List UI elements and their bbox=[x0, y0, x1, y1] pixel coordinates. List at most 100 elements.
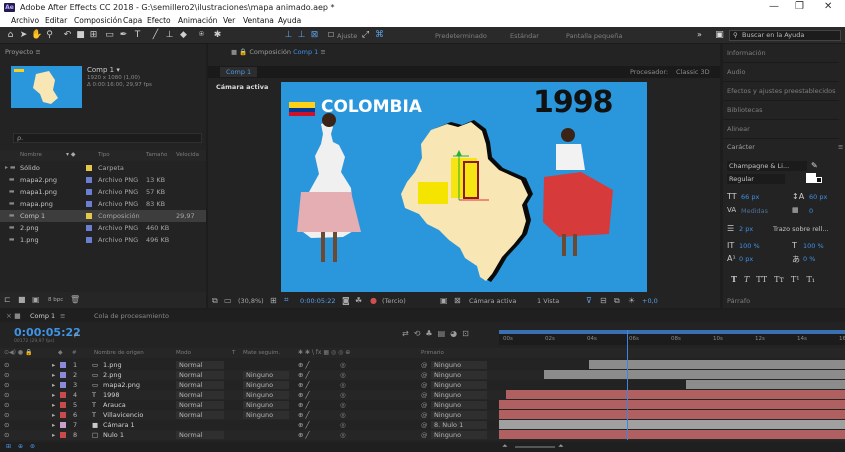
graph-editor-icon[interactable]: ⊡ bbox=[462, 329, 474, 338]
visibility-eye-icon[interactable]: ⊙ bbox=[4, 430, 9, 440]
snap-icon[interactable]: ⤢ bbox=[360, 30, 371, 41]
horizontal-scale-value[interactable]: 100 % bbox=[803, 242, 824, 250]
layer-mode-select[interactable]: Normal bbox=[176, 361, 224, 369]
timeline-menu-icon[interactable]: ≡ bbox=[60, 312, 65, 320]
shy-icon[interactable]: ♣ bbox=[425, 329, 437, 338]
timeline-icon[interactable]: ⊟ bbox=[600, 296, 607, 305]
tracking-value[interactable]: 0 bbox=[809, 207, 813, 215]
workspace-estandar[interactable]: Estándar bbox=[510, 32, 539, 40]
layer-name[interactable]: 2.png bbox=[103, 370, 122, 380]
kerning-value[interactable]: Medidas bbox=[741, 207, 768, 215]
visibility-eye-icon[interactable]: ⊙ bbox=[4, 400, 9, 410]
layer-duration-bar[interactable] bbox=[499, 420, 845, 429]
column-nombre[interactable]: Nombre bbox=[20, 152, 42, 158]
item-label-color[interactable] bbox=[86, 165, 92, 171]
layer-label-color[interactable] bbox=[60, 362, 66, 368]
zoom-tool-icon[interactable]: ⚲ bbox=[44, 30, 55, 41]
layer-duration-bar[interactable] bbox=[505, 390, 845, 399]
playhead[interactable] bbox=[627, 330, 629, 440]
font-style-select[interactable]: Regular bbox=[727, 174, 785, 184]
zoom-in-icon[interactable]: ⏶ bbox=[558, 442, 564, 451]
layer-row[interactable]: ⊙ ▸ 6 T Villavicencio Normal Ninguno ⊕ ╱ ◎ @ Ningu… bbox=[0, 410, 845, 420]
layer-parent-select[interactable]: Ninguno bbox=[431, 371, 487, 379]
pick-whip-icon[interactable]: @ bbox=[421, 430, 428, 440]
region-icon[interactable]: ⌗ bbox=[284, 295, 289, 305]
tsume-value[interactable]: 0 % bbox=[803, 255, 815, 263]
3d-layer-icon[interactable]: ◎ bbox=[340, 430, 346, 440]
color-channel-icon[interactable]: ● bbox=[370, 296, 377, 305]
resolution-select[interactable]: (Tercio) bbox=[382, 297, 406, 305]
panel-2[interactable]: Efectos y ajustes preestablecidos bbox=[723, 82, 839, 101]
zoom-slider[interactable] bbox=[515, 446, 555, 448]
item-label-color[interactable] bbox=[86, 177, 92, 183]
snapshot-icon[interactable]: ◙ bbox=[342, 296, 350, 305]
layer-duration-bar[interactable] bbox=[685, 380, 845, 389]
axis-world-icon[interactable]: ⊥ bbox=[296, 30, 307, 41]
layer-label-color[interactable] bbox=[60, 392, 66, 398]
eraser-tool-icon[interactable]: ◆ bbox=[178, 30, 189, 41]
layer-parent-select[interactable]: 8. Nulo 1 bbox=[431, 421, 487, 429]
project-item[interactable]: ▸ ▬ Sólido Carpeta bbox=[0, 162, 206, 174]
panel-1[interactable]: Audio bbox=[723, 63, 839, 82]
layer-mode-select[interactable]: Normal bbox=[176, 401, 224, 409]
menu-ventana[interactable]: Ventana bbox=[243, 16, 274, 25]
baseline-shift-value[interactable]: 0 px bbox=[739, 255, 753, 263]
workspace-pantalla-pequena[interactable]: Pantalla pequeña bbox=[566, 32, 622, 40]
layer-row[interactable]: ⊙ ▸ 4 T 1998 Normal Ninguno ⊕ ╱ ◎ @ Ninguno bbox=[0, 390, 845, 400]
twirl-icon[interactable]: ▸ bbox=[52, 420, 55, 430]
help-search-input[interactable]: ⚲ Buscar en la Ayuda bbox=[729, 30, 841, 41]
workspace-predeterminado[interactable]: Predeterminado bbox=[435, 32, 487, 40]
hand-tool-icon[interactable]: ✋ bbox=[31, 30, 42, 41]
column-velocidad[interactable]: Velocida bbox=[176, 152, 199, 158]
zoom-level[interactable]: (30,8%) bbox=[238, 297, 264, 305]
camera-select[interactable]: Cámara activa bbox=[469, 297, 516, 305]
work-area-bar[interactable] bbox=[499, 330, 845, 334]
column-tamano[interactable]: Tamaño bbox=[146, 152, 167, 158]
layer-duration-bar[interactable] bbox=[499, 430, 845, 439]
layer-matte-select[interactable]: Ninguno bbox=[243, 411, 289, 419]
motion-blur-icon[interactable]: ◕ bbox=[450, 329, 462, 338]
visibility-eye-icon[interactable]: ⊙ bbox=[4, 420, 9, 430]
layer-row[interactable]: ⊙ ▸ 3 ▭ mapa2.png Normal Ninguno ⊕ ╱ ◎ @ Ninguno bbox=[0, 380, 845, 390]
layer-matte-select[interactable]: Ninguno bbox=[243, 371, 289, 379]
layer-parent-select[interactable]: Ninguno bbox=[431, 401, 487, 409]
3d-layer-icon[interactable]: ◎ bbox=[340, 410, 346, 420]
menu-capa[interactable]: Capa bbox=[123, 16, 142, 25]
show-channel-icon[interactable]: ☘ bbox=[355, 296, 362, 305]
menu-ver[interactable]: Ver bbox=[223, 16, 235, 25]
layer-duration-bar[interactable] bbox=[543, 370, 845, 379]
brush-tool-icon[interactable]: ╱ bbox=[150, 30, 161, 41]
layer-label-color[interactable] bbox=[60, 402, 66, 408]
item-label-color[interactable] bbox=[86, 201, 92, 207]
composition-tab[interactable]: ■ 🔒 Composición Comp 1 ≡ bbox=[231, 48, 326, 56]
pick-whip-icon[interactable]: @ bbox=[421, 410, 428, 420]
viewer-timecode[interactable]: 0:00:05:22 bbox=[300, 297, 336, 305]
flowchart-icon[interactable]: ⧉ bbox=[614, 296, 620, 306]
bit-depth-label[interactable]: 8 bpc bbox=[48, 297, 63, 303]
project-item[interactable]: ▬ mapa1.png Archivo PNG 57 KB bbox=[0, 186, 206, 198]
expand-transfer-icon[interactable]: ⊕ bbox=[18, 443, 23, 450]
menu-animacion[interactable]: Animación bbox=[178, 16, 217, 25]
pick-whip-icon[interactable]: @ bbox=[421, 380, 428, 390]
puppet-tool-icon[interactable]: ✱ bbox=[212, 30, 223, 41]
stroke-color-swatch[interactable] bbox=[816, 177, 822, 183]
close-button[interactable]: ✕ bbox=[824, 1, 832, 12]
lock-icon[interactable]: ■ 🔒 bbox=[231, 48, 247, 56]
faux-italic-button[interactable]: T bbox=[744, 275, 749, 284]
frame-blend-icon[interactable]: ▤ bbox=[438, 329, 451, 338]
layer-name[interactable]: Arauca bbox=[103, 400, 126, 410]
project-menu-icon[interactable]: ≡ bbox=[35, 48, 40, 56]
renderer-value[interactable]: Classic 3D bbox=[676, 68, 710, 76]
panel-0[interactable]: Información bbox=[723, 44, 839, 63]
composition-menu-icon[interactable]: ≡ bbox=[320, 48, 325, 56]
eyedropper-icon[interactable]: ✎ bbox=[811, 161, 818, 170]
layer-matte-select[interactable]: Ninguno bbox=[243, 391, 289, 399]
rotate-tool-icon[interactable]: ↶ bbox=[62, 30, 73, 41]
layer-parent-select[interactable]: Ninguno bbox=[431, 431, 487, 439]
layer-switch-icons[interactable]: ⊕ ╱ bbox=[298, 380, 309, 390]
layer-label-color[interactable] bbox=[60, 422, 66, 428]
home-icon[interactable]: ⌂ bbox=[5, 30, 16, 41]
layer-switch-icons[interactable]: ⊕ ╱ bbox=[298, 370, 309, 380]
leading-value[interactable]: 60 px bbox=[809, 193, 827, 201]
layer-matte-select[interactable]: Ninguno bbox=[243, 401, 289, 409]
